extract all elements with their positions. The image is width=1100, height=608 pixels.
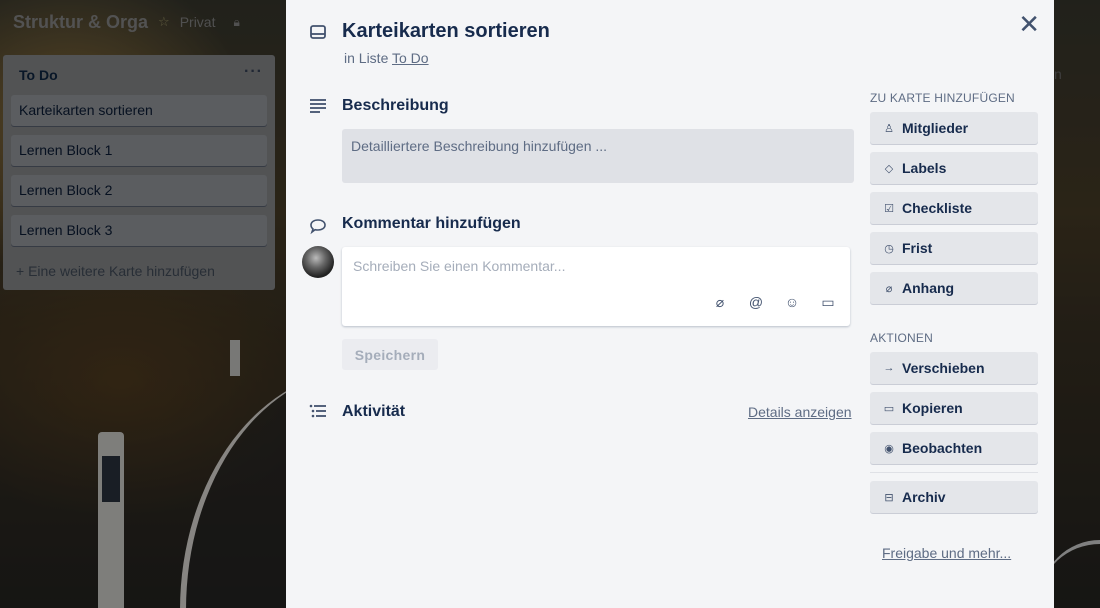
watch-label: Beobachten [902,440,983,456]
checkbox-icon: ☑ [884,202,894,215]
card-list-reference: in Liste To Do [344,50,429,66]
description-heading: Beschreibung [342,97,449,114]
mention-icon[interactable]: @ [748,294,764,311]
tag-icon: ◇ [884,162,894,175]
checklist-button[interactable]: ☑ Checkliste [870,192,1038,224]
due-date-label: Frist [902,240,933,256]
eye-icon: ◉ [884,442,894,455]
avatar[interactable] [302,246,334,278]
archive-label: Archiv [902,489,946,505]
labels-label: Labels [902,160,947,176]
description-input[interactable]: Detailliertere Beschreibung hinzufügen .… [342,129,854,183]
archive-icon: ⊟ [884,491,894,504]
attachment-label: Anhang [902,280,955,296]
actions-heading: Aktionen [870,331,933,345]
comment-toolbar: ⌀ @ ☺ ▭ [712,294,836,311]
copy-label: Kopieren [902,400,963,416]
share-link[interactable]: Freigabe und mehr... [882,545,1011,561]
move-label: Verschieben [902,360,985,376]
close-icon[interactable]: ✕ [1018,10,1040,38]
comment-box: ⌀ @ ☺ ▭ [342,247,850,326]
save-button[interactable]: Speichern [342,339,438,370]
activity-icon [309,404,326,418]
members-button[interactable]: ♙ Mitglieder [870,112,1038,144]
card-title[interactable]: Karteikarten sortieren [342,20,550,43]
card-icon [310,25,326,39]
archive-button[interactable]: ⊟ Archiv [870,481,1038,513]
due-date-button[interactable]: ◷ Frist [870,232,1038,264]
activity-heading: Aktivität [342,403,406,420]
list-link[interactable]: To Do [392,50,429,66]
clock-icon: ◷ [884,242,894,255]
show-details-link[interactable]: Details anzeigen [748,404,852,420]
add-to-card-heading: Zu Karte hinzufügen [870,91,1015,105]
members-label: Mitglieder [902,120,969,136]
description-icon [310,99,326,113]
move-button[interactable]: → Verschieben [870,352,1038,384]
comment-input[interactable] [353,258,833,274]
copy-button[interactable]: ▭ Kopieren [870,392,1038,424]
emoji-icon[interactable]: ☺ [784,294,800,311]
watch-button[interactable]: ◉ Beobachten [870,432,1038,464]
in-list-prefix: in Liste [344,50,389,66]
labels-button[interactable]: ◇ Labels [870,152,1038,184]
attachment-icon[interactable]: ⌀ [712,294,728,311]
card-icon[interactable]: ▭ [820,294,836,311]
comment-heading: Kommentar hinzufügen [342,215,521,232]
attachment-button[interactable]: ⌀ Anhang [870,272,1038,304]
sidebar-divider [870,472,1038,473]
card-icon: ▭ [883,402,895,415]
arrow-right-icon: → [883,362,895,374]
card-detail-modal: ✕ Karteikarten sortieren in Liste To Do … [286,0,1054,608]
attachment-icon: ⌀ [885,282,893,295]
comment-icon [310,219,326,235]
checklist-label: Checkliste [902,200,973,216]
person-icon: ♙ [884,122,894,135]
